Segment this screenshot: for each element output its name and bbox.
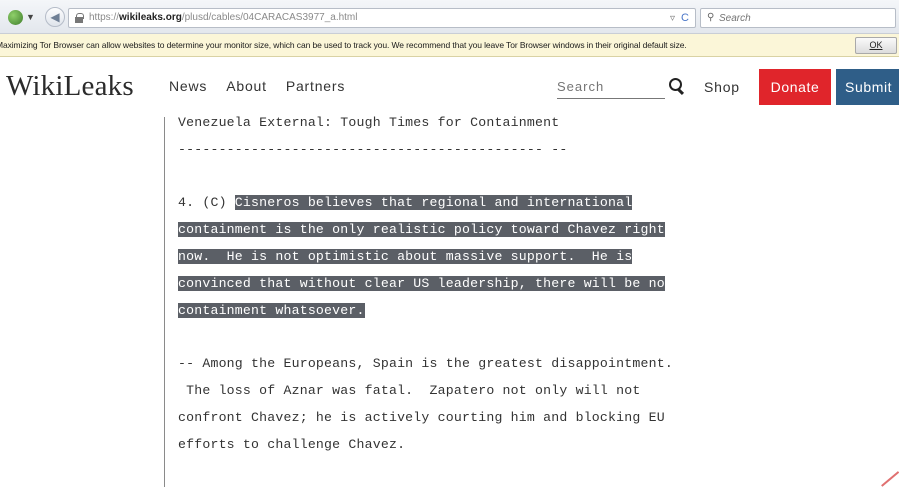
site-search-input[interactable] [557, 74, 665, 98]
back-button[interactable]: ◀ [45, 7, 65, 27]
nav-partners[interactable]: Partners [286, 78, 345, 94]
paragraph-4-line-1: 4. (C) Cisneros believes that regional a… [178, 195, 633, 210]
notification-bar: Maximizing Tor Browser can allow website… [0, 34, 899, 57]
url-text[interactable]: https://wikileaks.org/plusd/cables/04CAR… [89, 12, 357, 23]
highlighted-text: Cisneros believes that regional and inte… [234, 195, 633, 210]
url-prefix: https:// [89, 12, 120, 23]
url-path: /plusd/cables/04CARACAS3977_a.html [181, 12, 358, 23]
paragraph-4-line-2: containment is the only realistic policy… [178, 222, 665, 237]
highlighted-text: convinced that without clear US leadersh… [178, 276, 665, 291]
url-dropdown-icon[interactable]: ▿ [670, 13, 675, 24]
back-arrow-icon: ◀ [50, 10, 60, 24]
notification-text: Maximizing Tor Browser can allow website… [0, 40, 687, 50]
paragraph-5-line-3: confront Chavez; he is actively courting… [178, 410, 665, 425]
section-rule: ----------------------------------------… [178, 142, 568, 157]
url-bar[interactable]: https://wikileaks.org/plusd/cables/04CAR… [68, 8, 696, 28]
notification-ok-button[interactable]: OK [855, 37, 897, 54]
url-actions: ▿ C [670, 12, 689, 24]
reload-icon[interactable]: C [681, 12, 689, 24]
paragraph-5-line-2: The loss of Aznar was fatal. Zapatero no… [178, 383, 641, 398]
lock-icon [75, 13, 84, 23]
highlighted-text: containment is the only realistic policy… [178, 222, 665, 237]
paragraph-4-line-3: now. He is not optimistic about massive … [178, 249, 633, 264]
tor-button[interactable]: ▼ [8, 9, 42, 27]
tor-globe-icon [8, 10, 23, 25]
shop-link[interactable]: Shop [704, 79, 740, 95]
paragraph-5-line-4: efforts to challenge Chavez. [178, 437, 406, 452]
section-heading: Venezuela External: Tough Times for Cont… [178, 115, 560, 130]
nav-news[interactable]: News [169, 78, 207, 94]
browser-search-icon: ⚲ [707, 12, 715, 23]
paragraph-5-line-1: -- Among the Europeans, Spain is the gre… [178, 356, 673, 371]
donate-button[interactable]: Donate [759, 69, 831, 105]
search-icon[interactable] [668, 77, 686, 95]
chevron-down-icon: ▼ [26, 12, 35, 22]
paragraph-4-line-4: convinced that without clear US leadersh… [178, 276, 665, 291]
url-domain: wikileaks.org [119, 12, 182, 23]
paragraph-4-line-5: containment whatsoever. [178, 303, 365, 318]
site-logo[interactable]: WikiLeaks [6, 70, 134, 103]
browser-search-bar[interactable]: ⚲ [700, 8, 896, 28]
paragraph-number: 4. (C) [178, 195, 235, 210]
submit-button[interactable]: Submit [836, 69, 899, 105]
browser-toolbar: ▼ ◀ https://wikileaks.org/plusd/cables/0… [0, 0, 899, 34]
main-nav: News About Partners [169, 78, 345, 94]
corner-mark [873, 466, 899, 487]
content-divider [164, 117, 165, 487]
site-header: WikiLeaks News About Partners Shop Donat… [0, 57, 899, 117]
nav-about[interactable]: About [226, 78, 267, 94]
site-search-field[interactable] [557, 74, 665, 99]
highlighted-text: now. He is not optimistic about massive … [178, 249, 633, 264]
browser-search-input[interactable] [719, 11, 889, 25]
highlighted-text: containment whatsoever. [178, 303, 365, 318]
